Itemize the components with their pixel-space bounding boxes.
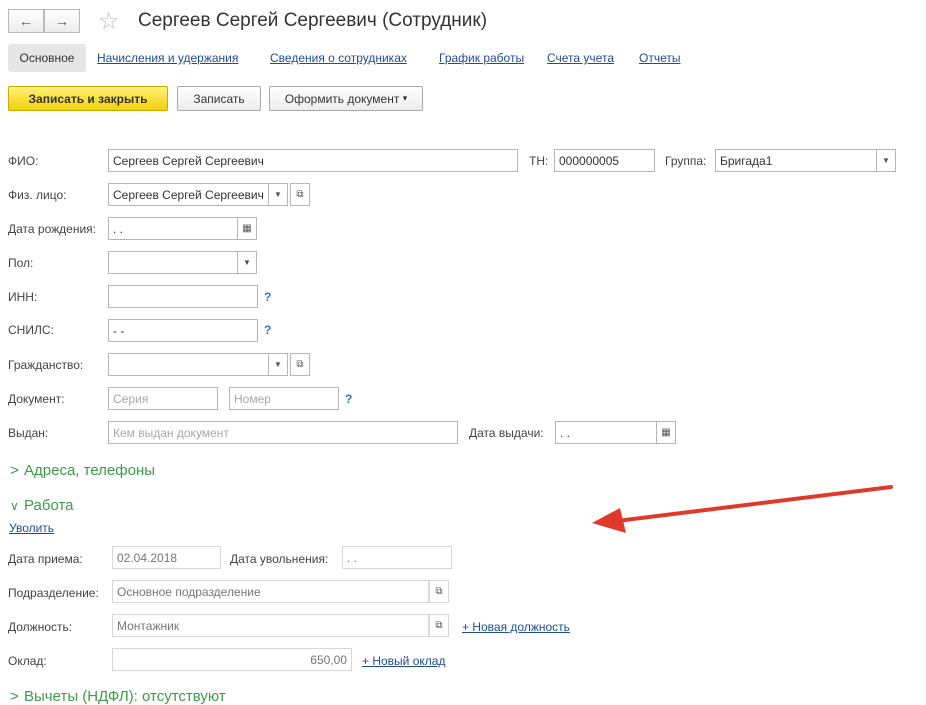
annotation-arrow-icon bbox=[592, 485, 893, 533]
